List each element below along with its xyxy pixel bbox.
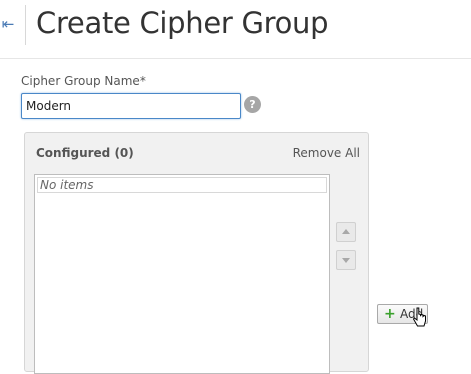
- plus-icon: +: [384, 306, 396, 322]
- configured-title: Configured (0): [36, 146, 134, 160]
- triangle-down-icon: [342, 258, 350, 263]
- title-divider: [25, 5, 26, 45]
- help-icon[interactable]: ?: [244, 96, 261, 113]
- cipher-group-name-input[interactable]: [21, 93, 241, 119]
- back-arrow-icon[interactable]: ⇤: [0, 12, 16, 36]
- cipher-group-name-label: Cipher Group Name*: [21, 74, 146, 88]
- move-down-button[interactable]: [336, 250, 356, 270]
- remove-all-link[interactable]: Remove All: [293, 146, 360, 160]
- header-rule: [0, 58, 471, 59]
- configured-list[interactable]: No items: [34, 174, 330, 374]
- move-up-button[interactable]: [336, 222, 356, 242]
- configured-panel: Configured (0) Remove All No items: [24, 132, 369, 374]
- page-title: Create Cipher Group: [36, 6, 329, 40]
- triangle-up-icon: [342, 229, 350, 234]
- mouse-cursor-icon: [413, 307, 426, 327]
- no-items-placeholder: No items: [37, 177, 327, 193]
